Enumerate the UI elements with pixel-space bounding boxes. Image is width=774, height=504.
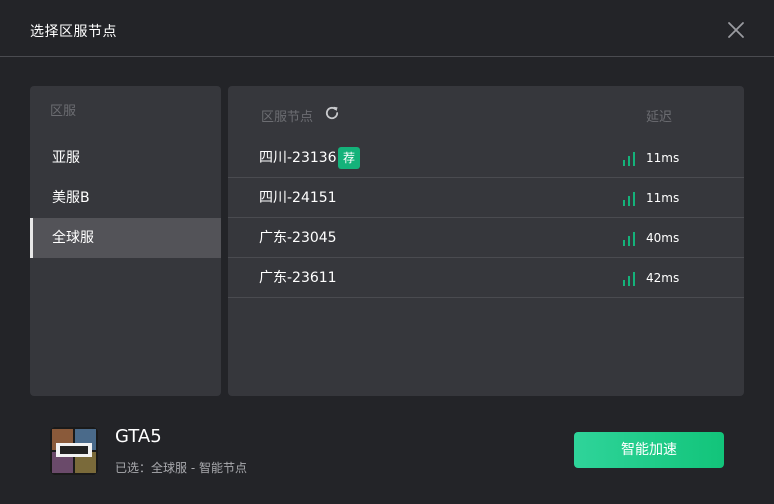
- selected-node-summary: 已选：全球服 - 智能节点: [115, 461, 247, 475]
- latency-header: 延迟: [646, 110, 673, 125]
- latency-value: 40ms: [646, 231, 680, 245]
- signal-icon: [622, 151, 636, 166]
- signal-icon: [622, 191, 636, 206]
- node-list: 区服节点 延迟 四川-23136 荐 11ms 四川-24151 11ms 广东…: [228, 86, 744, 396]
- latency-value: 11ms: [646, 191, 680, 205]
- region-item-label: 亚服: [52, 150, 80, 166]
- node-name: 广东-23045: [259, 230, 337, 246]
- node-list-header: 区服节点: [261, 110, 314, 125]
- refresh-icon[interactable]: [324, 105, 340, 121]
- dialog-header: 选择区服节点: [0, 0, 774, 57]
- dialog-title: 选择区服节点: [30, 24, 117, 40]
- node-row[interactable]: 四川-23136 荐 11ms: [228, 138, 744, 178]
- accelerate-button[interactable]: 智能加速: [574, 432, 724, 468]
- latency-value: 11ms: [646, 151, 680, 165]
- region-item-label: 美服B: [52, 190, 90, 206]
- node-name: 四川-23136: [259, 150, 337, 166]
- node-name: 四川-24151: [259, 190, 337, 206]
- region-list-header: 区服: [50, 104, 77, 119]
- recommended-badge: 荐: [338, 147, 360, 169]
- region-item-global[interactable]: 全球服: [30, 218, 221, 258]
- node-row[interactable]: 四川-24151 11ms: [228, 178, 744, 218]
- region-item-us-b[interactable]: 美服B: [30, 178, 221, 218]
- close-icon[interactable]: [727, 21, 745, 39]
- signal-icon: [622, 271, 636, 286]
- node-row[interactable]: 广东-23045 40ms: [228, 218, 744, 258]
- node-name: 广东-23611: [259, 270, 337, 286]
- region-item-label: 全球服: [52, 230, 94, 246]
- gta5-game-icon: [50, 427, 98, 475]
- game-name: GTA5: [115, 426, 162, 447]
- region-list: 区服 亚服 美服B 全球服: [30, 86, 221, 396]
- latency-value: 42ms: [646, 271, 680, 285]
- signal-icon: [622, 231, 636, 246]
- region-item-asia[interactable]: 亚服: [30, 138, 221, 178]
- node-row[interactable]: 广东-23611 42ms: [228, 258, 744, 298]
